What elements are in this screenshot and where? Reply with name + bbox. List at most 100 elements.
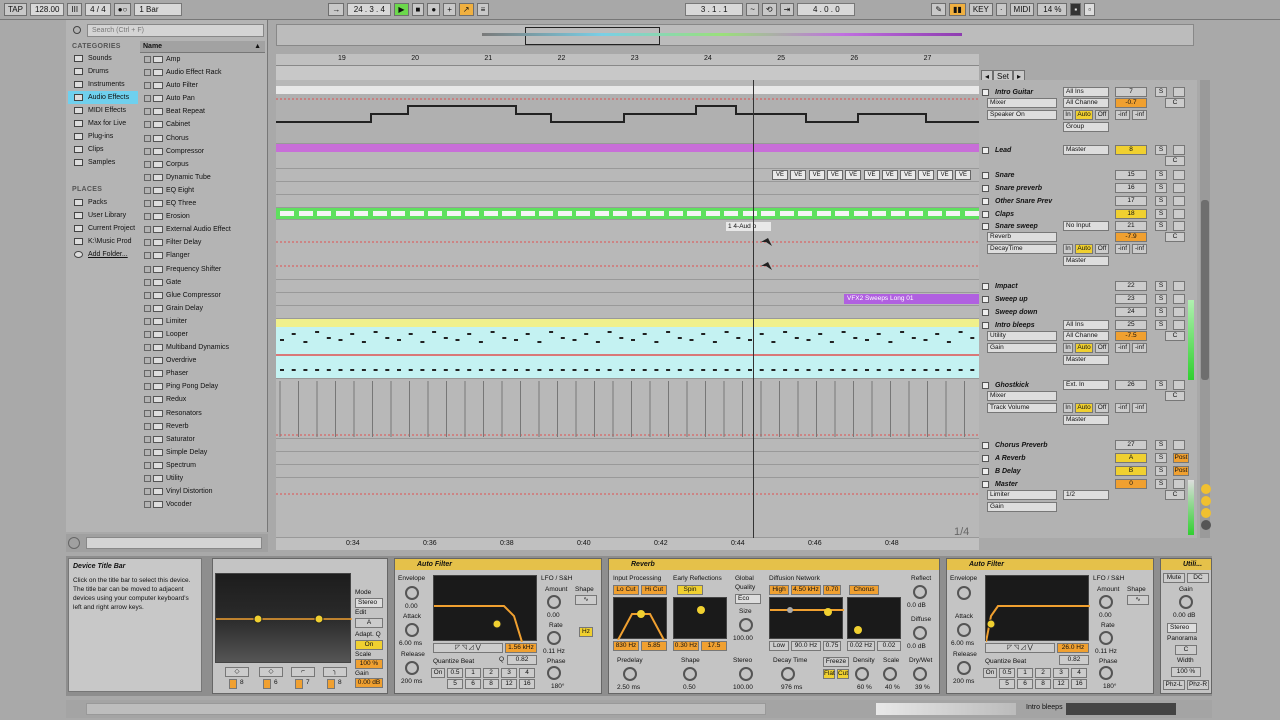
monitor-in[interactable]: In [1063, 343, 1073, 353]
key-map-button[interactable]: KEY [968, 3, 993, 16]
solo-button[interactable]: S [1155, 209, 1167, 219]
lo-cut-button[interactable]: Lo Cut [613, 585, 639, 595]
loop-length-field[interactable]: 4 . 0 . 0 [797, 3, 856, 16]
device-item[interactable]: Resonators [140, 407, 265, 420]
channel-mode-select[interactable]: Stereo [1167, 623, 1197, 633]
arm-button[interactable] [1173, 145, 1185, 155]
device-item[interactable]: Glue Compressor [140, 289, 265, 302]
lane-intro-bleeps[interactable] [276, 319, 979, 379]
tap-button[interactable]: TAP [4, 3, 27, 16]
automation-param-select[interactable]: Gain [987, 343, 1057, 353]
device-item[interactable]: Auto Pan [140, 92, 265, 105]
expand-icon[interactable] [144, 317, 151, 325]
hz-button[interactable]: Hz [579, 627, 593, 637]
clap-clip[interactable] [594, 211, 609, 216]
rate-knob[interactable] [547, 631, 561, 645]
high-ratio[interactable]: 0.70 [823, 585, 841, 595]
device-item[interactable]: Multiband Dynamics [140, 341, 265, 354]
expand-icon[interactable] [144, 278, 151, 286]
sort-icon[interactable]: ▲ [254, 41, 261, 53]
shape-select[interactable]: ∿ [575, 595, 597, 605]
loop-start-field[interactable]: 3 . 1 . 1 [685, 3, 744, 16]
arm-button[interactable] [1173, 170, 1185, 180]
snare-clip[interactable]: VE [790, 170, 807, 180]
eq-band-4-on[interactable] [327, 679, 335, 689]
track-volume[interactable]: 27 [1115, 440, 1147, 450]
device-item[interactable]: Reverb [140, 420, 265, 433]
monitor-auto[interactable]: Auto [1075, 343, 1093, 353]
clap-clip[interactable] [446, 211, 461, 216]
clap-clip[interactable] [853, 211, 868, 216]
clap-clip[interactable] [391, 211, 405, 216]
peak-right[interactable]: -inf [1132, 244, 1147, 254]
reflect-knob[interactable] [913, 585, 927, 599]
meter-field[interactable]: 4 / 4 [85, 3, 111, 16]
filter-display[interactable] [433, 575, 537, 643]
time-ruler[interactable]: 0:34 0:36 0:38 0:40 0:42 0:44 0:46 0:48 [276, 538, 979, 550]
quantize-beat-option[interactable]: 12 [501, 679, 517, 689]
envelope-knob[interactable] [405, 586, 419, 600]
device-item[interactable]: Filter Delay [140, 236, 265, 249]
info-toggle-icon[interactable] [68, 537, 80, 549]
volume-value[interactable]: -0.7 [1115, 98, 1147, 108]
filter-types[interactable]: ◸ ◹ ◿ ⋁ [433, 643, 503, 653]
device-item[interactable]: Grain Delay [140, 302, 265, 315]
input-channel-select[interactable]: All Channe [1063, 98, 1109, 108]
snare-clip[interactable]: VE [936, 170, 953, 180]
expand-icon[interactable] [144, 108, 151, 116]
monitor-off[interactable]: Off [1095, 403, 1109, 413]
place-packs[interactable]: Packs [68, 196, 138, 209]
clap-clip[interactable] [816, 211, 831, 216]
arm-button[interactable] [1173, 183, 1185, 193]
arm-button[interactable] [1173, 281, 1185, 291]
q-value[interactable]: 0.82 [1059, 655, 1089, 665]
track-volume[interactable]: 8 [1115, 145, 1147, 155]
lane-b-delay[interactable] [276, 465, 979, 478]
expand-icon[interactable] [144, 226, 151, 234]
automation-param-select[interactable]: Track Volume [987, 403, 1057, 413]
input-filter-display[interactable] [613, 597, 667, 641]
fold-icon[interactable] [982, 89, 989, 96]
solo-button[interactable]: S [1155, 466, 1167, 476]
spin-button[interactable]: Spin [677, 585, 703, 595]
peak-right[interactable]: -inf [1132, 343, 1147, 353]
output-select[interactable]: Master [1063, 355, 1109, 365]
solo-button[interactable]: S [1155, 87, 1167, 97]
pan-value[interactable]: C [1165, 331, 1185, 341]
width-value[interactable]: 100 % [1171, 667, 1201, 677]
low-button[interactable]: Low [769, 641, 789, 651]
clap-clip[interactable] [779, 211, 794, 216]
volume-value[interactable]: -7.5 [1115, 331, 1147, 341]
track-volume[interactable]: 26 [1115, 380, 1147, 390]
arm-button[interactable] [1173, 209, 1185, 219]
peak-left[interactable]: -inf [1115, 110, 1130, 120]
solo-button[interactable]: S [1155, 183, 1167, 193]
filter-freq[interactable]: 26.0 Hz [1057, 643, 1089, 653]
quantize-beat-option[interactable]: 4 [519, 668, 535, 678]
expand-icon[interactable] [144, 56, 151, 63]
clap-clip[interactable] [631, 211, 646, 216]
expand-icon[interactable] [144, 448, 151, 456]
dc-button[interactable]: DC [1187, 573, 1209, 583]
category-sounds[interactable]: Sounds [68, 52, 138, 65]
clap-clip[interactable] [650, 211, 664, 216]
clap-clip[interactable] [298, 211, 313, 216]
monitor-auto[interactable]: Auto [1075, 110, 1093, 120]
clap-clip[interactable] [946, 211, 960, 216]
decay-knob[interactable] [781, 667, 795, 681]
input-width[interactable]: 5.85 [641, 641, 667, 651]
category-audio-effects[interactable]: Audio Effects [68, 91, 138, 104]
quantize-beat-option[interactable]: 3 [1053, 668, 1069, 678]
quantize-beat-option[interactable]: 6 [465, 679, 481, 689]
quality-select[interactable]: Eco [735, 594, 761, 604]
scroll-thumb[interactable] [1201, 200, 1209, 380]
snare-clip[interactable]: VE [826, 170, 843, 180]
pan-value[interactable]: C [1165, 232, 1185, 242]
input-type-select[interactable]: All Ins [1063, 320, 1109, 330]
density-knob[interactable] [855, 667, 869, 681]
device-item[interactable]: Overdrive [140, 354, 265, 367]
low-ratio[interactable]: 0.75 [823, 641, 841, 651]
arm-button[interactable] [1173, 479, 1185, 489]
utility-device[interactable]: Utili... Mute DC Gain 0.00 dB Stereo Pan… [1160, 558, 1212, 694]
device-item[interactable]: Ping Pong Delay [140, 380, 265, 393]
